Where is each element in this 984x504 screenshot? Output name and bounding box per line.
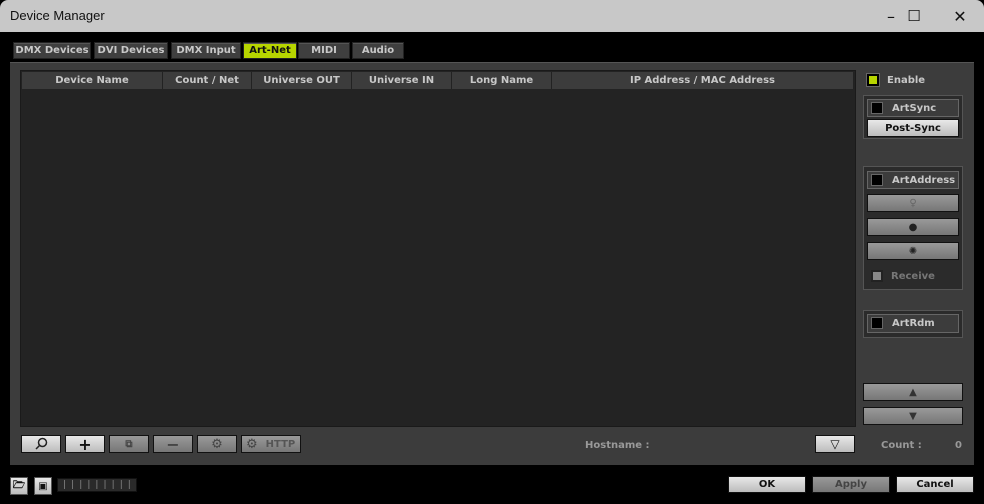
- open-button[interactable]: 🗁: [10, 477, 28, 495]
- artsync-label: ArtSync: [892, 103, 937, 114]
- close-button[interactable]: ✕: [937, 0, 983, 32]
- post-sync-button[interactable]: Post-Sync: [867, 119, 959, 137]
- count-label: Count :: [881, 440, 922, 451]
- level-meter: | | | | | | | | |: [57, 478, 137, 492]
- tab-dvi-devices[interactable]: DVI Devices: [94, 42, 168, 59]
- tab-art-net[interactable]: Art-Net: [243, 42, 297, 59]
- plus-icon: +: [78, 434, 92, 454]
- column-universe-in[interactable]: Universe IN: [352, 72, 452, 89]
- floppy-disk-icon: ▣: [38, 480, 48, 492]
- window-title: Device Manager: [10, 8, 105, 23]
- maximize-button[interactable]: ☐: [891, 0, 937, 32]
- column-universe-out[interactable]: Universe OUT: [252, 72, 352, 89]
- column-ip-mac[interactable]: IP Address / MAC Address: [552, 72, 854, 89]
- settings-button[interactable]: ⚙: [197, 435, 237, 453]
- search-button[interactable]: [21, 435, 61, 453]
- minus-icon: −: [166, 434, 180, 454]
- led-on-button[interactable]: ●: [867, 218, 959, 236]
- enable-label: Enable: [887, 75, 926, 86]
- tab-dmx-input[interactable]: DMX Input: [171, 42, 241, 59]
- save-button[interactable]: ▣: [34, 477, 52, 495]
- artaddress-checkbox[interactable]: [871, 174, 883, 186]
- column-device-name[interactable]: Device Name: [22, 72, 163, 89]
- bulb-flash-icon: ✺: [908, 245, 918, 257]
- search-icon: [35, 437, 48, 450]
- http-label: HTTP: [265, 438, 296, 450]
- bulb-on-icon: ●: [908, 221, 918, 233]
- move-up-button[interactable]: ▲: [863, 383, 963, 401]
- tab-dmx-devices[interactable]: DMX Devices: [13, 42, 91, 59]
- cancel-button[interactable]: Cancel: [896, 476, 974, 493]
- http-button[interactable]: ⚙ HTTP: [241, 435, 301, 453]
- receive-checkbox[interactable]: [871, 270, 883, 282]
- tab-midi[interactable]: MIDI: [298, 42, 350, 59]
- copy-button[interactable]: ⧉: [109, 435, 149, 453]
- folder-open-icon: 🗁: [12, 479, 26, 491]
- arrow-up-icon: ▲: [909, 386, 917, 398]
- filter-icon: ▽: [830, 437, 840, 451]
- enable-checkbox[interactable]: [866, 73, 880, 87]
- title-bar[interactable]: Device Manager – ☐ ✕: [0, 0, 984, 32]
- count-value: 0: [955, 440, 962, 451]
- column-count-net[interactable]: Count / Net: [163, 72, 252, 89]
- add-button[interactable]: +: [65, 434, 105, 454]
- artrdm-checkbox[interactable]: [871, 317, 883, 329]
- arrow-down-icon: ▼: [909, 410, 917, 422]
- apply-button[interactable]: Apply: [812, 476, 890, 493]
- copy-icon: ⧉: [125, 438, 133, 450]
- remove-button[interactable]: −: [153, 434, 193, 454]
- device-table[interactable]: [20, 70, 856, 427]
- move-down-button[interactable]: ▼: [863, 407, 963, 425]
- bulb-off-icon: ♀: [909, 197, 917, 209]
- ok-button[interactable]: OK: [728, 476, 806, 493]
- hostname-label: Hostname :: [585, 440, 650, 451]
- led-flash-button[interactable]: ✺: [867, 242, 959, 260]
- receive-label: Receive: [891, 271, 935, 282]
- gear-icon: ⚙: [246, 436, 258, 452]
- led-off-button[interactable]: ♀: [867, 194, 959, 212]
- tab-audio[interactable]: Audio: [352, 42, 404, 59]
- gear-icon: ⚙: [211, 436, 223, 452]
- artsync-checkbox[interactable]: [871, 102, 883, 114]
- artaddress-label: ArtAddress: [892, 175, 956, 186]
- artrdm-label: ArtRdm: [892, 318, 935, 329]
- column-long-name[interactable]: Long Name: [452, 72, 552, 89]
- filter-button[interactable]: ▽: [815, 435, 855, 453]
